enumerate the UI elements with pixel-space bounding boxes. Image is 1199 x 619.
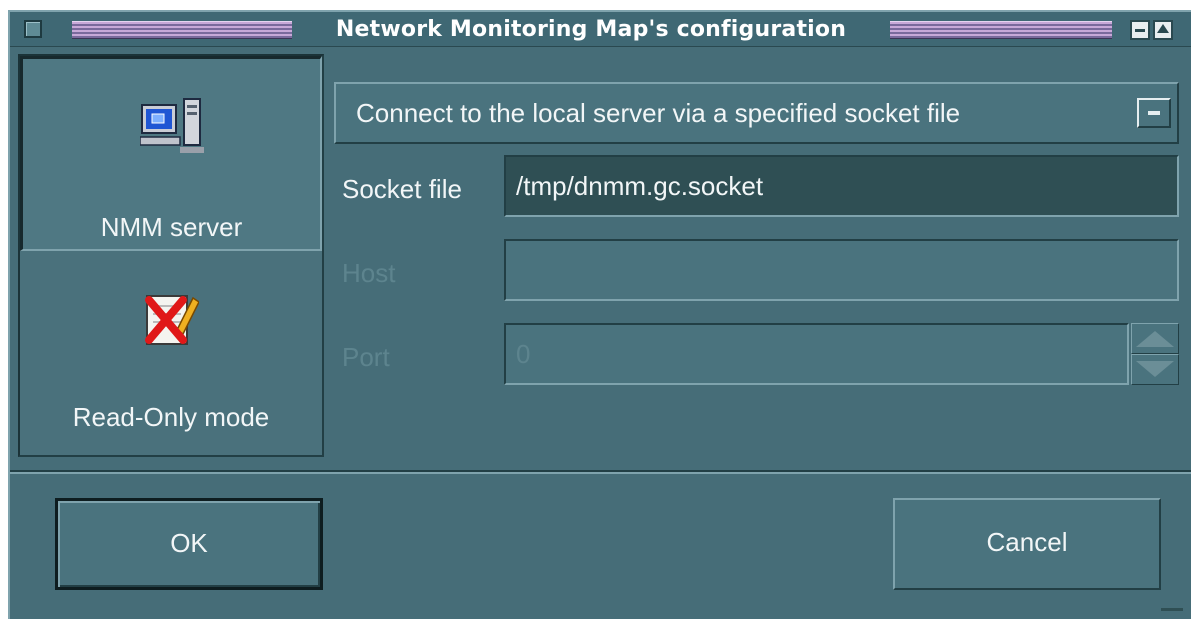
cancel-button[interactable]: Cancel [893, 498, 1161, 590]
resize-grip[interactable] [1161, 608, 1183, 611]
server-computer-icon [139, 98, 204, 153]
window-menu-button[interactable] [24, 20, 42, 38]
config-dialog-window: Network Monitoring Map's configuration N… [8, 10, 1191, 619]
socket-file-input[interactable]: /tmp/dnmm.gc.socket [504, 155, 1179, 217]
port-label: Port [342, 342, 390, 372]
minimize-button[interactable] [1130, 20, 1150, 40]
title-bar-stripes-left [72, 21, 292, 39]
category-list: NMM server Read-Only mode [18, 54, 324, 457]
minimize-icon [1135, 29, 1145, 32]
read-only-pencil-icon [145, 295, 199, 345]
maximize-button[interactable] [1153, 20, 1173, 40]
maximize-icon [1157, 24, 1169, 33]
sidebar-item-label: NMM server [100, 212, 243, 242]
host-label: Host [342, 258, 396, 288]
arrow-up-icon [1136, 331, 1174, 347]
port-input[interactable]: 0 [504, 323, 1129, 385]
socket-file-label: Socket file [342, 174, 462, 204]
connection-mode-label: Connect to the local server via a specif… [356, 98, 961, 128]
sidebar-item-label: Read-Only mode [72, 402, 270, 432]
port-increment-button[interactable] [1131, 323, 1179, 354]
button-area-separator [10, 470, 1191, 474]
port-decrement-button[interactable] [1131, 354, 1179, 385]
socket-file-value: /tmp/dnmm.gc.socket [516, 171, 764, 201]
port-value: 0 [516, 339, 531, 369]
host-input[interactable] [504, 239, 1179, 301]
port-spinner[interactable] [1131, 323, 1179, 385]
title-bar-stripes-right [890, 21, 1112, 39]
option-menu-indicator-icon[interactable] [1137, 98, 1171, 128]
arrow-down-icon [1136, 361, 1174, 377]
connection-mode-option-menu[interactable]: Connect to the local server via a specif… [334, 82, 1179, 144]
title-bar[interactable]: Network Monitoring Map's configuration [10, 12, 1191, 47]
window-title: Network Monitoring Map's configuration [335, 17, 847, 42]
sidebar-item-nmm-server[interactable]: NMM server [20, 56, 322, 251]
ok-button[interactable]: OK [55, 498, 323, 590]
sidebar-item-read-only-mode[interactable]: Read-Only mode [20, 254, 322, 455]
